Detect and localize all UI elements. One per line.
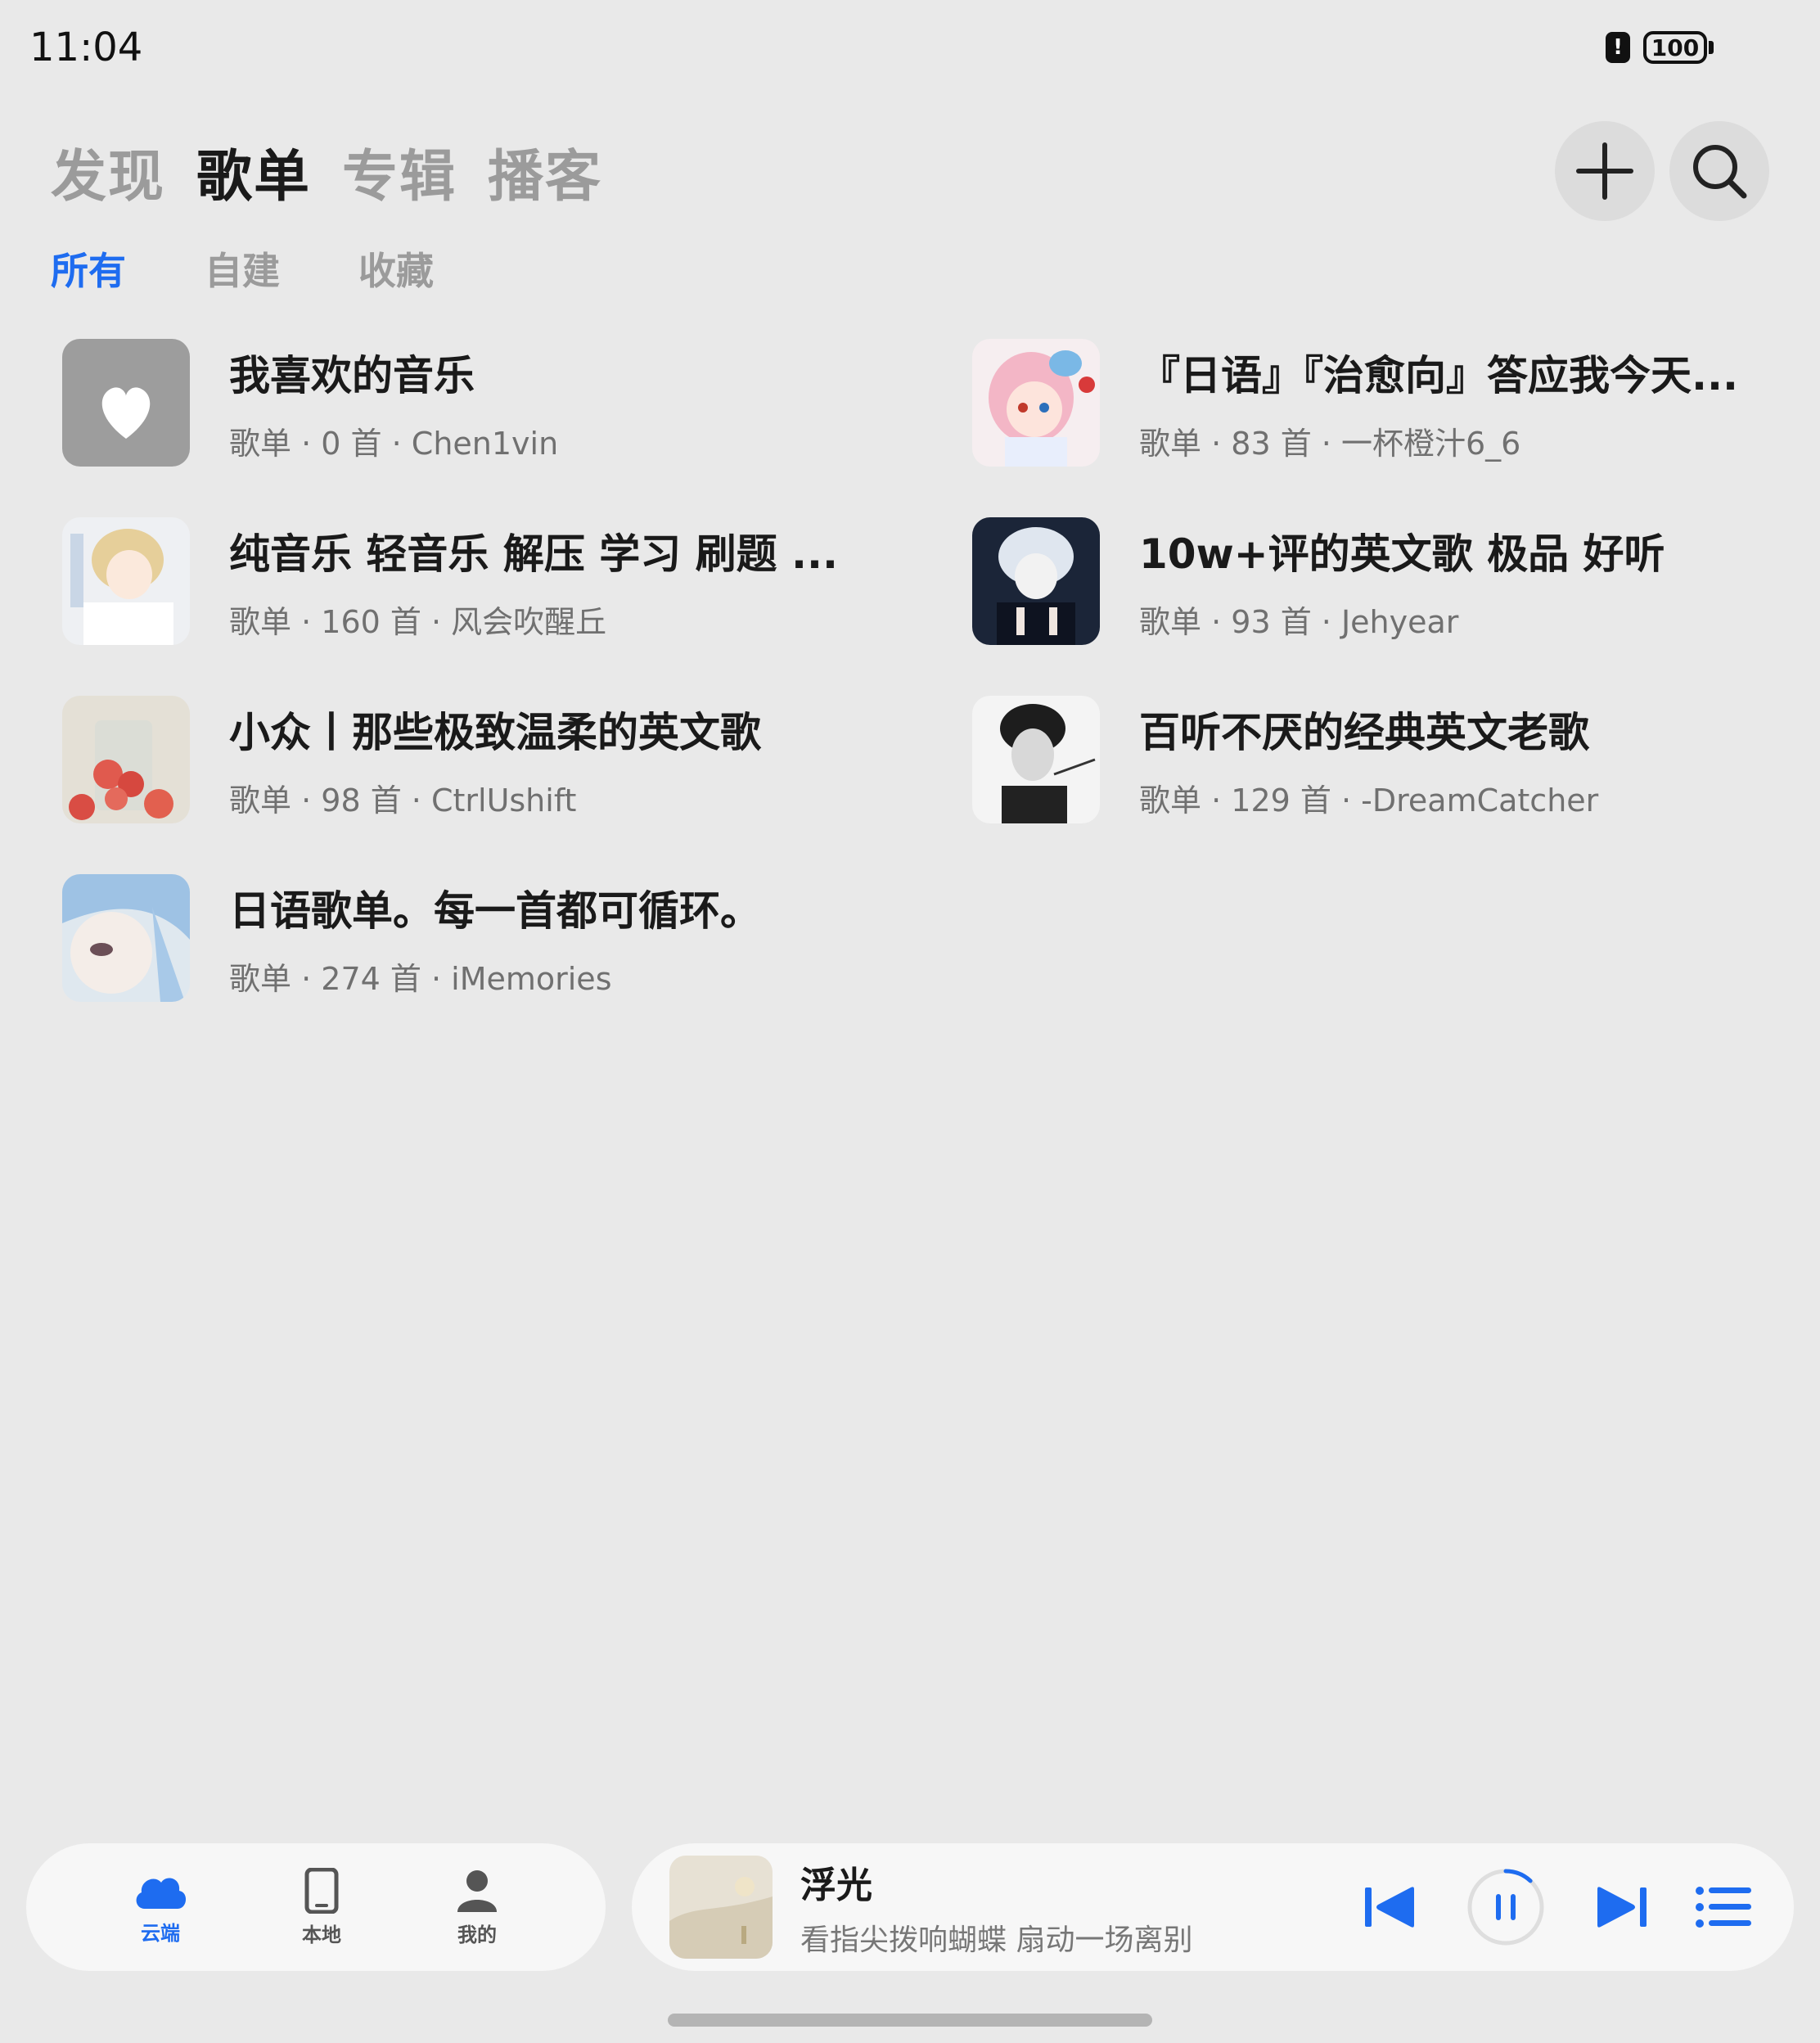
playlist-title: 小众丨那些极致温柔的英文歌	[229, 708, 761, 756]
playlist-meta: 歌单 · 93 首 · Jehyear	[1139, 603, 1459, 640]
heart-cover	[62, 339, 190, 467]
battery-icon: 100	[1643, 31, 1714, 64]
nav-label: 本地	[302, 1923, 341, 1946]
playlist-item[interactable]: 『日语』『治愈向』答应我今天... 歌单 · 83 首 · 一杯橙汁6_6	[972, 337, 1761, 468]
app-screen: 11:04 ! 100 发现 歌单 专辑 播客 所有 自建 收藏 我喜欢的音乐 …	[0, 0, 1820, 2043]
battery-level: 100	[1643, 31, 1707, 64]
skip-previous-icon	[1365, 1887, 1414, 1928]
playlist-title: 百听不厌的经典英文老歌	[1139, 708, 1589, 756]
queue-button[interactable]	[1696, 1884, 1753, 1930]
playlist-item[interactable]: 纯音乐 轻音乐 解压 学习 刷题 ... 歌单 · 160 首 · 风会吹醒丘	[62, 516, 900, 647]
playlist-title: 『日语』『治愈向』答应我今天...	[1139, 351, 1738, 399]
filter-all[interactable]: 所有	[51, 241, 126, 295]
anime-boy-cover	[62, 517, 190, 645]
playlist-item[interactable]: 我喜欢的音乐 歌单 · 0 首 · Chen1vin	[62, 337, 900, 468]
tab-discover[interactable]: 发现	[51, 131, 165, 212]
skip-next-icon	[1597, 1887, 1647, 1928]
tablet-icon	[304, 1867, 339, 1914]
nav-cloud[interactable]: 云端	[132, 1869, 189, 1946]
person-icon	[457, 1869, 497, 1912]
song-lyric: 看指尖拨响蝴蝶 扇动一场离别	[800, 1923, 1193, 1957]
playlist-title: 日语歌单。每一首都可循环。	[229, 886, 761, 935]
anime-dark-cover	[972, 517, 1100, 645]
playlist-item[interactable]: 小众丨那些极致温柔的英文歌 歌单 · 98 首 · CtrlUshift	[62, 694, 900, 825]
playlist-item[interactable]: 10w+评的英文歌 极品 好听 歌单 · 93 首 · Jehyear	[972, 516, 1761, 647]
playlist-meta: 歌单 · 160 首 · 风会吹醒丘	[229, 603, 607, 640]
search-button[interactable]	[1669, 121, 1769, 221]
pause-icon	[1467, 1869, 1544, 1946]
anime-pink-cover	[972, 339, 1100, 467]
tab-podcasts[interactable]: 播客	[488, 131, 602, 212]
album-art	[669, 1856, 773, 1959]
alert-icon: !	[1606, 32, 1630, 63]
filter-collected[interactable]: 收藏	[358, 241, 434, 295]
add-button[interactable]	[1555, 121, 1655, 221]
next-button[interactable]	[1594, 1884, 1648, 1930]
cloud-icon	[136, 1878, 187, 1909]
bottom-nav: 云端 本地 我的	[26, 1843, 606, 1971]
pause-button[interactable]	[1465, 1866, 1547, 1948]
playlist-title: 10w+评的英文歌 极品 好听	[1139, 530, 1665, 578]
playlist-title: 我喜欢的音乐	[229, 351, 475, 399]
nav-local[interactable]: 本地	[302, 1867, 341, 1947]
filter-created[interactable]: 自建	[205, 241, 280, 295]
filter-tabs: 所有 自建 收藏	[51, 241, 434, 295]
top-tabs: 发现 歌单 专辑 播客	[51, 131, 602, 212]
nav-label: 我的	[457, 1923, 497, 1946]
playlist-meta: 歌单 · 274 首 · iMemories	[229, 960, 612, 997]
previous-button[interactable]	[1363, 1884, 1417, 1930]
peaches-cover	[62, 696, 190, 823]
playlist-meta: 歌单 · 0 首 · Chen1vin	[229, 425, 559, 462]
portrait-bw-cover	[972, 696, 1100, 823]
anime-blue-hair-cover	[62, 874, 190, 1002]
plus-icon	[1576, 142, 1633, 200]
playlist-meta: 歌单 · 98 首 · CtrlUshift	[229, 782, 577, 819]
playlist-item[interactable]: 日语歌单。每一首都可循环。 歌单 · 274 首 · iMemories	[62, 873, 900, 1003]
song-title: 浮光	[800, 1865, 872, 1906]
mini-player[interactable]: 浮光 看指尖拨响蝴蝶 扇动一场离别	[632, 1843, 1794, 1971]
tab-playlists[interactable]: 歌单	[196, 131, 311, 212]
status-time: 11:04	[29, 25, 143, 70]
playlist-item[interactable]: 百听不厌的经典英文老歌 歌单 · 129 首 · -DreamCatcher	[972, 694, 1761, 825]
playlist-meta: 歌单 · 83 首 · 一杯橙汁6_6	[1139, 425, 1521, 462]
playlist-title: 纯音乐 轻音乐 解压 学习 刷题 ...	[229, 530, 839, 578]
status-indicators: ! 100	[1606, 31, 1714, 64]
home-indicator[interactable]	[668, 2014, 1152, 2027]
playlist-queue-icon	[1696, 1887, 1751, 1928]
battery-tip	[1709, 41, 1714, 54]
search-icon	[1693, 145, 1747, 199]
nav-mine[interactable]: 我的	[454, 1868, 500, 1947]
nav-label: 云端	[141, 1921, 180, 1945]
progress-ring	[1503, 1869, 1533, 1883]
tab-albums[interactable]: 专辑	[342, 131, 457, 212]
playlist-meta: 歌单 · 129 首 · -DreamCatcher	[1139, 782, 1599, 819]
